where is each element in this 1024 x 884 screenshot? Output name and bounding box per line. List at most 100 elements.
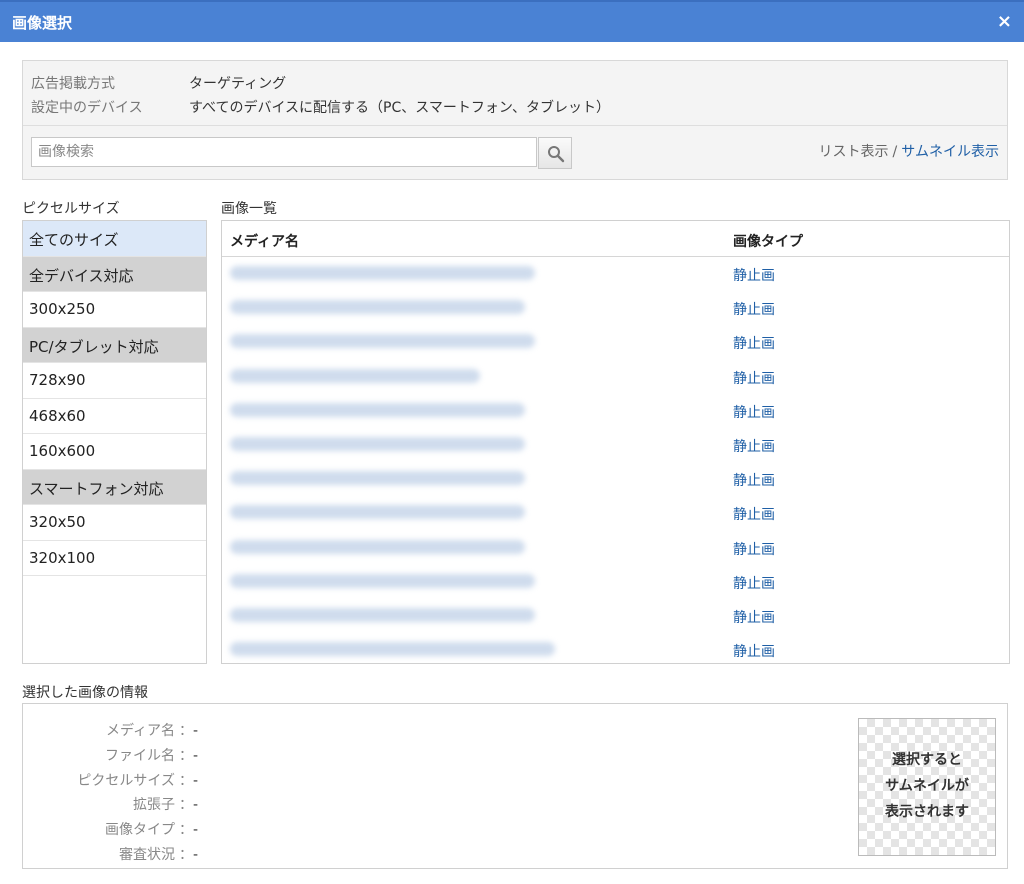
table-row[interactable]: 静止画 <box>222 428 1009 462</box>
media-name-blurred <box>230 471 525 486</box>
thumbnail-text-line: サムネイルが <box>885 778 969 794</box>
size-item-320x50[interactable]: 320x50 <box>23 505 206 541</box>
view-toggle-separator: / <box>892 144 898 160</box>
info-separator: ： <box>179 772 193 789</box>
image-type-cell[interactable]: 静止画 <box>733 299 775 319</box>
dialog-title: 画像選択 <box>12 14 73 32</box>
settings-panel: 広告掲載方式 ターゲティング 設定中のデバイス すべてのデバイスに配信する（PC、ス… <box>22 60 1008 180</box>
info-separator: ： <box>179 846 193 863</box>
info-row-review-status: 審査状況 ：- <box>23 844 223 869</box>
panel-divider <box>23 125 1007 126</box>
media-name-blurred <box>230 402 525 417</box>
thumbnail-text-line: 表示されます <box>885 804 969 820</box>
image-type-cell[interactable]: 静止画 <box>733 607 775 627</box>
device-value: すべてのデバイスに配信する（PC、スマートフォン、タブレット） <box>189 100 610 116</box>
image-type-cell[interactable]: 静止画 <box>733 470 775 490</box>
ad-method-row: 広告掲載方式 ターゲティング <box>31 73 286 93</box>
thumbnail-placeholder: 選択すると サムネイルが 表示されます <box>858 718 996 856</box>
info-label: ファイル名 <box>105 747 175 764</box>
search-icon <box>548 146 565 163</box>
dialog-titlebar: 画像選択 × <box>0 0 1024 42</box>
image-type-cell[interactable]: 静止画 <box>733 368 775 388</box>
size-item-all[interactable]: 全てのサイズ <box>23 221 206 257</box>
table-row[interactable]: 静止画 <box>222 633 1009 663</box>
table-row[interactable]: 静止画 <box>222 257 1009 291</box>
image-type-cell[interactable]: 静止画 <box>733 504 775 524</box>
table-row[interactable]: 静止画 <box>222 325 1009 359</box>
image-type-cell[interactable]: 静止画 <box>733 402 775 422</box>
info-row-file-name: ファイル名 ：- <box>23 745 223 770</box>
info-value: - <box>193 723 199 739</box>
info-label: 拡張子 <box>133 797 175 814</box>
media-name-blurred <box>230 300 525 315</box>
size-group-all-devices[interactable]: 全デバイス対応 <box>23 256 206 292</box>
list-view-link[interactable]: リスト表示 <box>819 144 889 160</box>
column-header-image-type[interactable]: 画像タイプ <box>733 231 803 251</box>
device-row: 設定中のデバイス すべてのデバイスに配信する（PC、スマートフォン、タブレット） <box>31 97 610 117</box>
media-name-blurred <box>230 436 525 451</box>
pixel-size-heading: ピクセルサイズ <box>22 201 120 217</box>
image-type-cell[interactable]: 静止画 <box>733 641 775 661</box>
thumbnail-text-line: 選択すると <box>892 752 962 768</box>
table-row[interactable]: 静止画 <box>222 360 1009 394</box>
media-name-blurred <box>230 368 480 383</box>
pixel-size-list: 全てのサイズ 全デバイス対応 300x250 PC/タブレット対応 728x90… <box>22 220 207 664</box>
close-icon[interactable]: × <box>997 11 1012 32</box>
info-row-image-type: 画像タイプ ：- <box>23 819 223 844</box>
media-name-blurred <box>230 505 525 520</box>
info-row-pixel-size: ピクセルサイズ ：- <box>23 770 223 795</box>
media-name-blurred <box>230 573 535 588</box>
size-item-468x60[interactable]: 468x60 <box>23 399 206 434</box>
image-type-cell[interactable]: 静止画 <box>733 436 775 456</box>
table-row[interactable]: 静止画 <box>222 599 1009 633</box>
column-header-media-name[interactable]: メディア名 <box>230 231 299 251</box>
info-value: - <box>193 822 199 839</box>
info-separator: ： <box>179 822 193 839</box>
image-type-cell[interactable]: 静止画 <box>733 265 775 285</box>
info-label: 審査状況 <box>119 846 175 863</box>
info-separator: ： <box>179 723 193 739</box>
thumbnail-placeholder-text: 選択すると サムネイルが 表示されます <box>859 747 995 825</box>
image-type-cell[interactable]: 静止画 <box>733 573 775 593</box>
ad-method-label: 広告掲載方式 <box>31 76 115 92</box>
table-row[interactable]: 静止画 <box>222 394 1009 428</box>
info-row-media-name: メディア名 ：- <box>23 720 223 745</box>
size-group-smartphone[interactable]: スマートフォン対応 <box>23 469 206 505</box>
media-name-blurred <box>230 266 535 280</box>
size-item-300x250[interactable]: 300x250 <box>23 292 206 328</box>
info-label: ピクセルサイズ <box>77 772 175 789</box>
device-label: 設定中のデバイス <box>31 100 143 116</box>
size-item-320x100[interactable]: 320x100 <box>23 541 206 576</box>
size-item-728x90[interactable]: 728x90 <box>23 363 206 399</box>
thumbnail-view-link[interactable]: サムネイル表示 <box>901 144 999 160</box>
size-item-160x600[interactable]: 160x600 <box>23 434 206 470</box>
info-separator: ： <box>179 797 193 814</box>
table-row[interactable]: 静止画 <box>222 531 1009 565</box>
selected-image-info-heading: 選択した画像の情報 <box>22 685 148 701</box>
image-type-cell[interactable]: 静止画 <box>733 333 775 353</box>
media-name-blurred <box>230 607 535 622</box>
info-value: - <box>193 772 199 789</box>
info-separator: ： <box>179 747 193 764</box>
media-name-blurred <box>230 334 535 349</box>
size-group-pc-tablet[interactable]: PC/タブレット対応 <box>23 327 206 363</box>
table-row[interactable]: 静止画 <box>222 496 1009 530</box>
info-label: 画像タイプ <box>105 822 175 839</box>
table-row[interactable]: 静止画 <box>222 291 1009 325</box>
media-name-blurred <box>230 539 525 554</box>
search-button[interactable] <box>538 137 572 169</box>
table-row[interactable]: 静止画 <box>222 565 1009 599</box>
ad-method-value: ターゲティング <box>189 76 287 92</box>
selected-image-info: メディア名 ：- ファイル名 ：- ピクセルサイズ ：- 拡張子 ：- 画像タイプ ：- … <box>22 703 1008 869</box>
info-fields: メディア名 ：- ファイル名 ：- ピクセルサイズ ：- 拡張子 ：- 画像タイプ ：- … <box>23 720 223 869</box>
info-label: メディア名 <box>105 723 175 739</box>
view-toggle: リスト表示 / サムネイル表示 <box>819 141 999 161</box>
info-value: - <box>193 846 199 863</box>
image-type-cell[interactable]: 静止画 <box>733 539 775 559</box>
image-list-table: メディア名 画像タイプ 静止画 静止画 静止画 静止画 静止画 静止画 静止画 … <box>221 220 1010 664</box>
table-row[interactable]: 静止画 <box>222 462 1009 496</box>
table-header: メディア名 画像タイプ <box>222 221 1009 257</box>
info-value: - <box>193 797 199 814</box>
media-name-blurred <box>230 642 555 657</box>
image-search-input[interactable] <box>31 137 537 167</box>
